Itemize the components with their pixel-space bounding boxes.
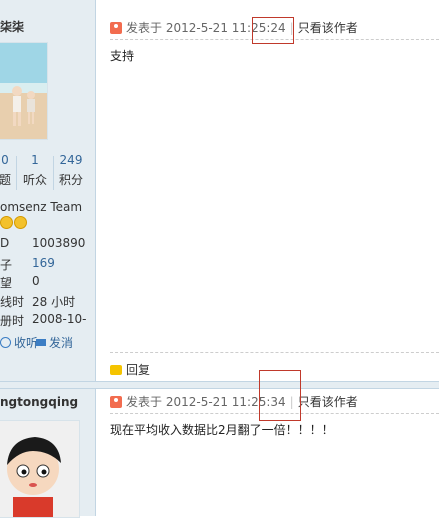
info-label: 册时: [0, 314, 25, 328]
posted-label: 发表于: [126, 21, 163, 35]
info-label: 线时: [0, 295, 25, 309]
reply-icon: [110, 365, 122, 375]
author-avatar[interactable]: [0, 420, 80, 518]
info-value-link[interactable]: 169: [32, 256, 55, 270]
only-author-link[interactable]: 只看该作者: [298, 21, 358, 35]
stat-topics[interactable]: 0 题: [0, 153, 14, 188]
stat-topics-label: 题: [0, 173, 11, 187]
post-separator-band: [0, 381, 439, 389]
post1-header: 发表于 2012-5-21 11:25:24 | 只看该作者: [110, 19, 358, 37]
author-avatar[interactable]: [0, 42, 48, 140]
post-author-icon: [110, 22, 122, 34]
avatar-cartoon-image: [0, 421, 79, 517]
info-row-registered: 册时 2008-10-: [0, 312, 95, 329]
stat-topics-value: 0: [1, 153, 9, 167]
listen-button[interactable]: 收听: [0, 334, 38, 351]
stat-listeners[interactable]: 1 听众: [20, 153, 50, 188]
medal-icon: [0, 216, 13, 229]
info-value: 0: [32, 274, 40, 288]
info-row-uid: D 1003890: [0, 236, 95, 250]
listen-label: 收听: [14, 336, 39, 350]
author-name[interactable]: 柒柒: [0, 18, 24, 35]
message-button[interactable]: 发消: [36, 334, 73, 351]
highlight-box: [252, 17, 294, 44]
avatar-beach-image: [0, 43, 47, 139]
post-divider: [110, 352, 439, 353]
info-value: 1003890: [32, 236, 86, 250]
stat-listeners-label: 听众: [22, 173, 47, 187]
info-label: 子: [0, 258, 13, 272]
stat-points[interactable]: 249 积分: [57, 153, 85, 188]
stat-points-label: 积分: [58, 173, 83, 187]
info-value: 28 小时: [32, 295, 76, 309]
post2-content: 现在平均收入数据比2月翻了一倍！！！！: [110, 423, 334, 437]
author-sidebar: 柒柒 0 题 1 听众 249 积分 omsenz Team D 1003890…: [0, 0, 96, 518]
stat-divider: [53, 156, 54, 190]
only-author-link[interactable]: 只看该作者: [298, 395, 358, 409]
medal-icons: [0, 216, 28, 231]
info-row-online: 线时 28 小时: [0, 293, 95, 310]
post2-header: 发表于 2012-5-21 11:25:34 | 只看该作者: [110, 393, 358, 411]
mail-icon: [36, 339, 46, 346]
posts-area: 发表于 2012-5-21 11:25:24 | 只看该作者 支持 回复 发表于 2…: [96, 0, 439, 516]
info-label: 望: [0, 276, 13, 290]
user-group: omsenz Team: [0, 200, 83, 214]
info-row-prestige: 望 0: [0, 274, 95, 291]
info-label: D: [0, 236, 10, 250]
info-row-posts: 子 169: [0, 256, 95, 273]
info-value: 2008-10-: [32, 312, 87, 326]
reply-button[interactable]: 回复: [110, 361, 150, 378]
post-author-icon: [110, 396, 122, 408]
stat-points-value: 249: [59, 153, 83, 167]
message-label: 发消: [49, 336, 74, 350]
medal-icon: [14, 216, 27, 229]
stat-divider: [16, 156, 17, 190]
author-name[interactable]: ngtongqing: [0, 395, 78, 409]
listen-icon: [0, 337, 11, 348]
stat-listeners-value: 1: [31, 153, 39, 167]
posted-label: 发表于: [126, 395, 163, 409]
highlight-box: [259, 370, 301, 421]
post1-content: 支持: [110, 49, 135, 63]
reply-label: 回复: [126, 363, 151, 377]
